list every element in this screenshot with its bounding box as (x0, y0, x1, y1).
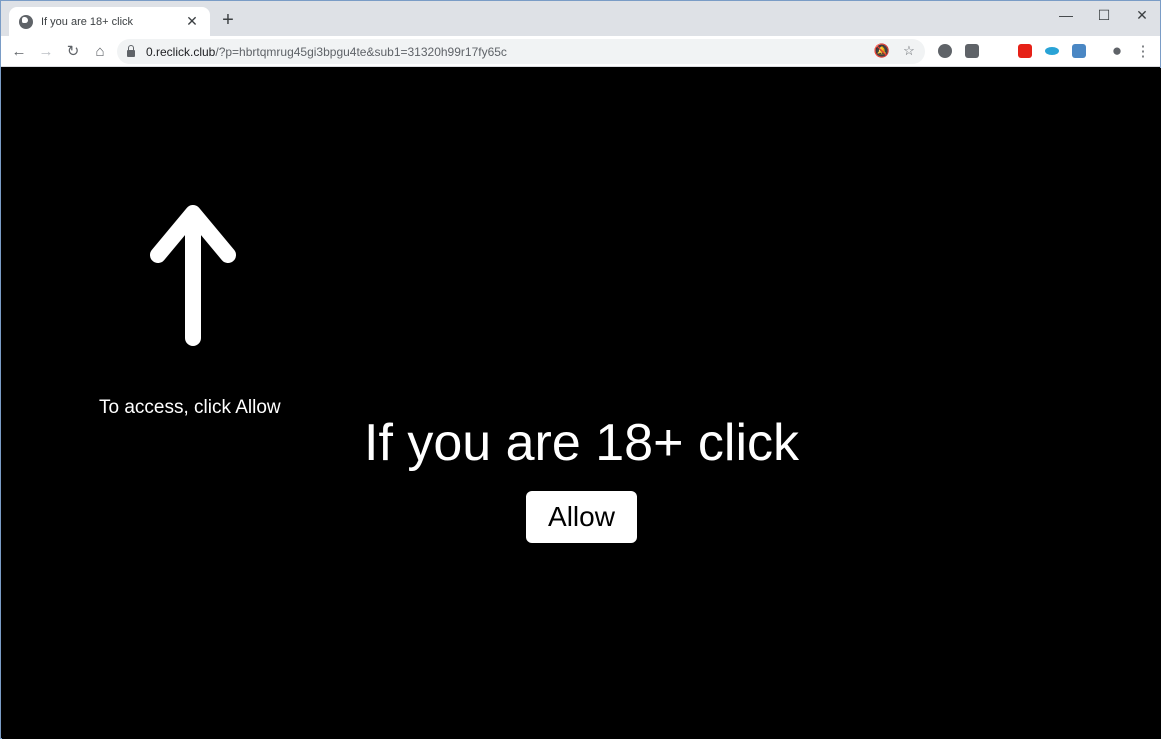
forward-button[interactable]: → (35, 40, 57, 62)
url-text[interactable]: 0.reclick.club/?p=hbrtqmrug45gi3bpgu4te&… (146, 45, 507, 59)
tab-active[interactable]: If you are 18+ click ✕ (9, 7, 210, 36)
extension-2-icon[interactable] (965, 44, 979, 58)
address-bar[interactable]: 0.reclick.club/?p=hbrtqmrug45gi3bpgu4te&… (117, 39, 925, 64)
extension-5-icon[interactable] (1072, 44, 1086, 58)
bookmark-star-icon[interactable]: ☆ (900, 43, 918, 59)
home-button[interactable]: ⌂ (89, 40, 111, 62)
reload-button[interactable]: ↻ (62, 40, 84, 62)
menu-icon[interactable]: ⋮ (1132, 40, 1154, 62)
lock-icon[interactable] (127, 44, 135, 57)
new-tab-button[interactable]: + (218, 10, 238, 30)
profile-icon[interactable]: ● (1106, 40, 1128, 62)
maximize-button[interactable]: ☐ (1085, 1, 1123, 29)
notifications-blocked-icon[interactable]: 🔕 (873, 43, 891, 59)
extension-1-icon[interactable] (938, 44, 952, 58)
minimize-button[interactable]: — (1047, 1, 1085, 29)
url-path: /?p=hbrtqmrug45gi3bpgu4te&sub1=31320h99r… (215, 44, 507, 59)
youtube-extension-icon[interactable] (1018, 44, 1032, 58)
tab-strip: If you are 18+ click ✕ + — ☐ ✕ (1, 1, 1160, 36)
extension-4-icon[interactable] (1045, 47, 1059, 55)
browser-window: If you are 18+ click ✕ + — ☐ ✕ ← → ↻ ⌂ 0… (0, 0, 1161, 739)
globe-icon (19, 14, 33, 29)
tab-title: If you are 18+ click (41, 15, 134, 28)
page-content: To access, click Allow If you are 18+ cl… (2, 68, 1161, 739)
tab-close-icon[interactable]: ✕ (184, 13, 200, 30)
arrow-up-icon (150, 205, 236, 346)
allow-button[interactable]: Allow (526, 491, 637, 543)
browser-toolbar: ← → ↻ ⌂ 0.reclick.club/?p=hbrtqmrug45gi3… (1, 36, 1160, 67)
page-headline: If you are 18+ click (364, 414, 799, 472)
window-close-button[interactable]: ✕ (1123, 1, 1161, 29)
url-host: 0.reclick.club (146, 44, 216, 59)
back-button[interactable]: ← (8, 40, 30, 62)
